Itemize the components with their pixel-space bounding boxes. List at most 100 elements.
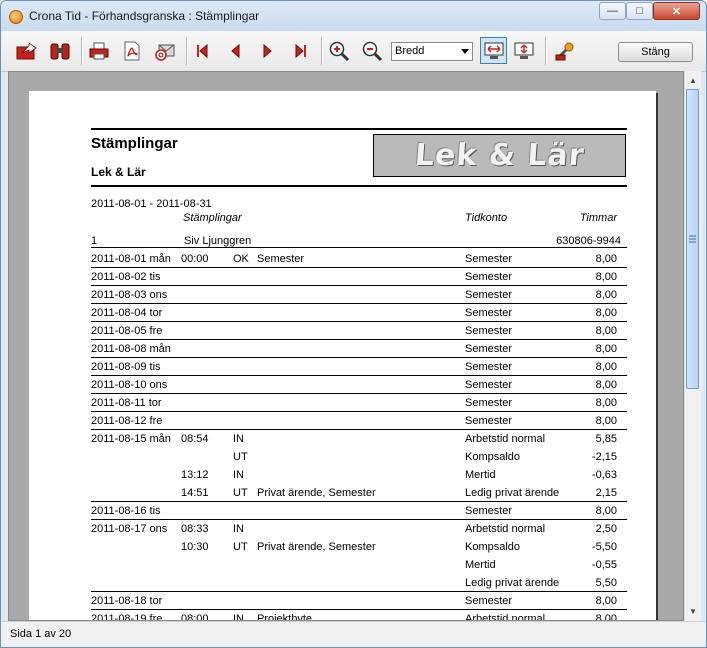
next-page-icon xyxy=(263,43,272,59)
row-divider xyxy=(91,609,627,610)
fit-height-icon xyxy=(514,42,534,59)
row-divider xyxy=(91,591,627,592)
row-divider xyxy=(91,411,627,412)
row-divider xyxy=(91,267,627,268)
col-header-account: Tidkonto xyxy=(465,212,508,224)
toolbar-separator xyxy=(321,37,323,65)
last-page-icon xyxy=(295,43,306,59)
row-date: 2011-08-16 tis xyxy=(91,505,161,517)
pdf-button[interactable] xyxy=(120,39,144,63)
find-button[interactable] xyxy=(48,39,72,63)
report-title: Stämplingar xyxy=(91,135,178,152)
row-type: IN xyxy=(233,523,244,535)
status-bar: Sida 1 av 20 xyxy=(1,621,706,647)
last-page-button[interactable] xyxy=(289,39,313,63)
email-button[interactable] xyxy=(153,39,177,63)
row-hours: 8,00 xyxy=(595,397,617,409)
settings-button[interactable] xyxy=(553,39,577,63)
wrench-icon xyxy=(555,42,574,61)
zoom-select[interactable]: Bredd xyxy=(391,42,473,61)
row-hours: -5,50 xyxy=(591,541,617,553)
row-hours: -0,55 xyxy=(591,559,617,571)
row-date: 2011-08-11 tor xyxy=(91,397,162,409)
export-button[interactable] xyxy=(15,39,39,63)
row-account: Mertid xyxy=(465,469,496,481)
row-hours: 5,85 xyxy=(595,433,617,445)
row-date: 2011-08-10 ons xyxy=(91,379,168,391)
row-hours: 8,00 xyxy=(595,595,617,607)
row-hours: 8,00 xyxy=(595,307,617,319)
minimize-button[interactable]: — xyxy=(599,2,626,20)
row-time: 10:30 xyxy=(181,541,209,553)
vertical-scrollbar[interactable]: ▲ ▼ xyxy=(684,71,701,621)
close-button[interactable]: Stäng xyxy=(618,42,693,62)
zoom-select-value: Bredd xyxy=(395,45,425,57)
row-hours: 8,00 xyxy=(595,289,617,301)
logo-text: Lek & Lär xyxy=(413,138,586,173)
report-page: Stämplingar Lek & Lär Lek & Lär 2011-08-… xyxy=(29,91,656,621)
row-date: 2011-08-03 ons xyxy=(91,289,168,301)
row-hours: 8,00 xyxy=(595,253,617,265)
row-account: Kompsaldo xyxy=(465,451,521,463)
maximize-button[interactable]: □ xyxy=(626,2,653,20)
row-type: UT xyxy=(233,451,248,463)
row-divider xyxy=(91,393,627,394)
row-hours: 8,00 xyxy=(595,325,617,337)
print-button[interactable] xyxy=(87,39,111,63)
row-note: Projektbyte xyxy=(257,613,313,621)
row-date: 2011-08-19 fre xyxy=(91,613,163,621)
pdf-icon xyxy=(124,41,140,61)
row-type: IN xyxy=(233,469,244,481)
row-divider xyxy=(91,357,627,358)
title-bar[interactable]: Crona Tid - Förhandsgranska : Stämplinga… xyxy=(1,1,706,31)
row-time: 13:12 xyxy=(181,469,209,481)
row-hours: 8,00 xyxy=(595,379,617,391)
row-divider xyxy=(91,429,627,430)
row-account: Ledig privat ärende xyxy=(465,487,560,499)
next-page-button[interactable] xyxy=(256,39,280,63)
row-date: 2011-08-09 tis xyxy=(91,361,161,373)
close-window-button[interactable]: ✕ xyxy=(653,2,700,20)
row-account: Semester xyxy=(465,307,513,319)
row-hours: 8,00 xyxy=(595,361,617,373)
scroll-thumb[interactable] xyxy=(686,89,699,389)
row-account: Semester xyxy=(465,271,513,283)
toolbar-separator xyxy=(186,37,188,65)
row-hours: 8,00 xyxy=(595,613,617,621)
row-hours: 8,00 xyxy=(595,505,617,517)
row-type: UT xyxy=(233,487,248,499)
row-account: Semester xyxy=(465,289,513,301)
row-date: 2011-08-01 mån xyxy=(91,253,171,265)
scroll-up-button[interactable]: ▲ xyxy=(685,72,701,88)
toolbar-separator xyxy=(81,37,83,65)
first-page-button[interactable] xyxy=(190,39,214,63)
fit-height-button[interactable] xyxy=(512,39,536,63)
row-hours: -2,15 xyxy=(591,451,617,463)
row-date: 2011-08-05 fre xyxy=(91,325,163,337)
row-hours: 5,50 xyxy=(595,577,617,589)
company-name: Lek & Lär xyxy=(91,165,146,179)
row-account: Arbetstid normal xyxy=(465,613,546,621)
scroll-up-icon: ▲ xyxy=(689,75,697,85)
preview-area[interactable]: Stämplingar Lek & Lär Lek & Lär 2011-08-… xyxy=(8,71,684,621)
first-page-icon xyxy=(197,43,208,59)
row-note: Privat ärende, Semester xyxy=(257,541,376,553)
row-account: Semester xyxy=(465,325,513,337)
zoom-in-icon xyxy=(329,41,350,62)
col-header-stamps: Stämplingar xyxy=(183,212,242,224)
scroll-down-button[interactable]: ▼ xyxy=(685,603,701,619)
close-icon: ✕ xyxy=(671,5,682,18)
row-date: 2011-08-12 fre xyxy=(91,415,163,427)
zoom-in-button[interactable] xyxy=(327,39,351,63)
zoom-out-button[interactable] xyxy=(360,39,384,63)
maximize-icon: □ xyxy=(636,5,643,17)
toolbar: Bredd Stäng xyxy=(1,31,706,72)
row-account: Semester xyxy=(465,343,513,355)
row-divider xyxy=(91,501,627,502)
prev-page-button[interactable] xyxy=(223,39,247,63)
row-hours: 8,00 xyxy=(595,343,617,355)
row-divider xyxy=(91,285,627,286)
row-account: Semester xyxy=(465,415,513,427)
fit-width-button[interactable] xyxy=(480,37,507,64)
row-divider xyxy=(91,303,627,304)
